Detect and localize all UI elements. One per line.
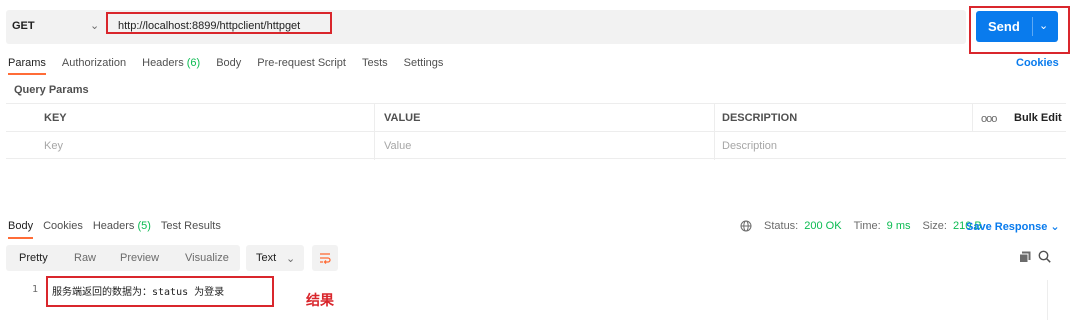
size-label: Size: <box>922 220 947 232</box>
language-select[interactable]: Text ⌄ <box>246 245 304 271</box>
column-divider <box>374 132 375 160</box>
tab-tests[interactable]: Tests <box>362 57 388 75</box>
format-preview[interactable]: Preview <box>120 252 159 264</box>
tab-settings[interactable]: Settings <box>404 57 444 75</box>
key-input[interactable]: Key <box>44 140 63 152</box>
column-divider <box>714 132 715 160</box>
request-bar: GET ⌄ http://localhost:8899/httpclient/h… <box>6 10 966 44</box>
table-row: Key Value Description <box>6 131 1066 160</box>
send-separator <box>1032 17 1033 36</box>
description-input[interactable]: Description <box>722 140 777 152</box>
table-header-row: KEY VALUE DESCRIPTION ooo Bulk Edit <box>6 103 1066 132</box>
column-divider <box>972 104 973 132</box>
response-status: Status: 200 OK Time: 9 ms Size: 210 B <box>740 220 982 232</box>
globe-icon[interactable] <box>740 220 752 232</box>
time-value[interactable]: 9 ms <box>887 220 911 232</box>
column-divider <box>714 104 715 132</box>
chevron-down-icon[interactable]: ⌄ <box>1039 19 1048 32</box>
line-number: 1 <box>32 284 39 295</box>
tab-headers[interactable]: Headers (6) <box>142 57 200 75</box>
tab-test-results[interactable]: Test Results <box>161 220 221 239</box>
language-label: Text <box>256 252 277 264</box>
column-value: VALUE <box>384 112 421 124</box>
tab-response-body[interactable]: Body <box>8 220 34 239</box>
response-tabs: Body Cookies Headers (5) Test Results <box>8 220 221 239</box>
format-visualize[interactable]: Visualize <box>185 252 229 264</box>
format-raw[interactable]: Raw <box>74 252 96 264</box>
status-label: Status: <box>764 220 799 232</box>
method-select[interactable]: GET <box>12 20 35 32</box>
time-label: Time: <box>853 220 881 232</box>
url-input[interactable]: http://localhost:8899/httpclient/httpget <box>118 20 300 32</box>
format-pretty[interactable]: Pretty <box>19 252 48 264</box>
tab-response-headers[interactable]: Headers (5) <box>93 220 151 239</box>
copy-icon[interactable] <box>1019 251 1031 263</box>
params-table: KEY VALUE DESCRIPTION ooo Bulk Edit Key … <box>6 103 1066 160</box>
chevron-down-icon[interactable]: ⌄ <box>90 19 99 32</box>
tab-params[interactable]: Params <box>8 57 46 75</box>
save-response-button[interactable]: Save Response ⌄ <box>966 220 1060 233</box>
response-headers-count: (5) <box>137 220 151 232</box>
status-value[interactable]: 200 OK <box>804 220 841 232</box>
editor-scrollbar[interactable] <box>1047 280 1067 320</box>
cookies-link[interactable]: Cookies <box>1016 57 1059 69</box>
format-tabs: Pretty Raw Preview Visualize <box>6 245 240 271</box>
tab-response-cookies[interactable]: Cookies <box>43 220 83 239</box>
wrap-lines-button[interactable] <box>312 245 338 271</box>
tab-pre-request-script[interactable]: Pre-request Script <box>257 57 346 75</box>
headers-count: (6) <box>186 57 201 69</box>
tab-body[interactable]: Body <box>216 57 241 75</box>
result-annotation: 结果 <box>306 292 334 308</box>
more-options-icon[interactable]: ooo <box>981 113 997 125</box>
wrap-lines-icon <box>320 253 331 264</box>
column-description: DESCRIPTION <box>722 112 798 124</box>
column-key: KEY <box>44 112 67 124</box>
column-divider <box>374 104 375 132</box>
bulk-edit-button[interactable]: Bulk Edit <box>1014 112 1062 124</box>
send-label: Send <box>988 19 1020 34</box>
query-params-title: Query Params <box>14 84 89 96</box>
request-tabs: Params Authorization Headers (6) Body Pr… <box>8 57 443 75</box>
value-input[interactable]: Value <box>384 140 411 152</box>
search-icon[interactable] <box>1038 250 1051 263</box>
tab-authorization[interactable]: Authorization <box>62 57 126 75</box>
result-highlight-box <box>46 276 274 307</box>
chevron-down-icon: ⌄ <box>286 253 296 265</box>
send-button[interactable]: Send ⌄ <box>976 11 1058 42</box>
chevron-down-icon: ⌄ <box>1050 221 1060 233</box>
